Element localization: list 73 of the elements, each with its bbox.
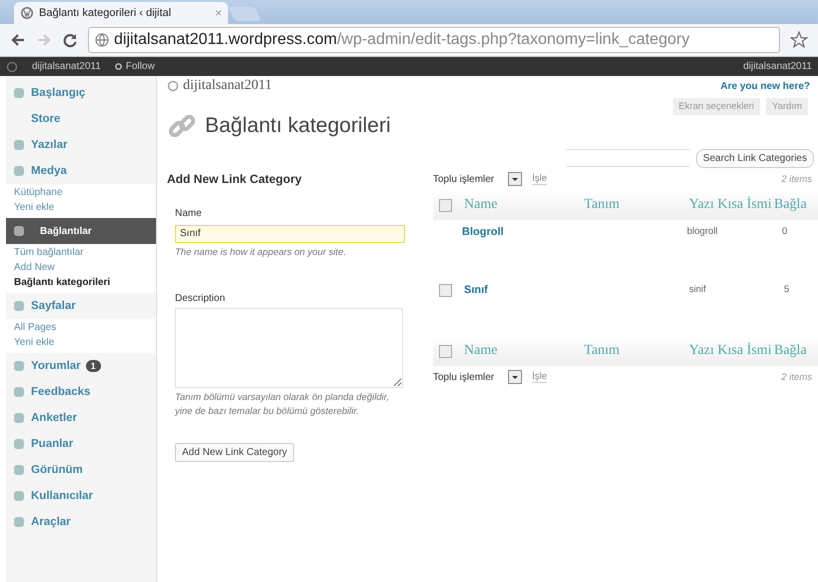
field-label: Description (175, 293, 226, 304)
checkbox[interactable] (439, 198, 452, 212)
bulk-actions-dropdown[interactable]: Toplu işlemler (433, 370, 522, 384)
new-tab-button[interactable] (228, 7, 262, 21)
checkbox[interactable] (439, 284, 452, 297)
column-header[interactable]: Bağla (774, 343, 807, 359)
column-header[interactable]: Bağla (774, 197, 807, 213)
field-hint: The name is how it appears on your site. (175, 246, 348, 260)
checkbox[interactable] (439, 344, 452, 358)
submenu-item[interactable]: Kütüphane (6, 185, 156, 200)
table-cell-text: blogroll (687, 226, 719, 237)
back-icon[interactable] (10, 32, 26, 48)
follow-link[interactable]: Follow (114, 61, 155, 72)
star-icon[interactable] (790, 31, 808, 49)
url-text: dijitalsanat2011.wordpress.com/wp-admin/edit-tags.php?taxonomy=link_category (114, 31, 690, 49)
site-link[interactable]: dijitalsanat2011 (32, 61, 101, 72)
forward-icon[interactable] (36, 32, 52, 48)
browser-tab[interactable]: Bağlantı kategorileri ‹ dijital × (14, 2, 228, 24)
item-count: 2 items (781, 174, 812, 184)
submenu-item[interactable]: Yeni ekle (6, 335, 156, 350)
menu-item[interactable]: Medya (6, 158, 156, 184)
column-header[interactable]: Yazı Kısa İsmi (689, 197, 774, 213)
menu-item[interactable]: Bağlantılar (6, 218, 156, 244)
new-here-link[interactable]: Are you new here? (720, 80, 810, 92)
column-header[interactable]: Tanım (584, 197, 689, 213)
menu-item[interactable]: Araçlar (6, 509, 156, 535)
category-name-link[interactable]: Sınıf (464, 284, 584, 296)
table-cell-text: 0 (781, 226, 788, 237)
menu-item[interactable]: Store (6, 106, 156, 132)
submenu-item[interactable]: Yeni ekle (6, 200, 156, 215)
column-header[interactable]: Yazı Kısa İsmi (689, 343, 774, 359)
submenu-item[interactable]: All Pages (6, 320, 156, 335)
close-tab-button[interactable]: × (214, 6, 222, 20)
address-bar[interactable]: dijitalsanat2011.wordpress.com/wp-admin/edit-tags.php?taxonomy=link_category (88, 27, 780, 53)
menu-item[interactable]: Kullanıcılar (6, 483, 156, 509)
form-title: Add New Link Category (167, 172, 303, 186)
column-header[interactable]: Tanım (584, 343, 689, 359)
bulk-actions-dropdown[interactable]: Toplu işlemler (433, 172, 522, 186)
table-cell-text: 5 (783, 284, 790, 295)
menu-item[interactable]: Sayfalar (6, 293, 156, 319)
tab-title: Bağlantı kategorileri ‹ dijital (39, 7, 172, 19)
menu-item[interactable]: Başlangıç (6, 80, 156, 106)
table-cell-text: sinif (689, 284, 707, 295)
field-hint: Tanım bölümü varsayılan olarak ön planda değildir, yine de bazı temalar bu bölümü gösterebilir. (175, 391, 390, 419)
submenu-item[interactable]: Tüm bağlantılar (6, 245, 156, 260)
page-title: Bağlantı kategorileri (205, 114, 391, 138)
menu-item[interactable]: Anketler (6, 405, 156, 431)
item-count: 2 items (781, 372, 812, 382)
menu-item[interactable]: Puanlar (6, 431, 156, 457)
name-field[interactable]: Sınıf (175, 224, 405, 242)
field-label: Name (175, 208, 203, 219)
count-badge: 1 (86, 360, 101, 372)
apply-button[interactable]: İşle (532, 173, 547, 185)
submenu-item[interactable]: Bağlantı kategorileri (6, 275, 156, 290)
menu-item[interactable]: Yazılar (6, 132, 156, 158)
user-link[interactable]: dijitalsanat2011 (743, 61, 812, 72)
menu-item[interactable]: Görünüm (6, 457, 156, 483)
site-title: dijitalsanat2011 (167, 78, 272, 94)
column-header[interactable]: Name (464, 343, 584, 359)
menu-item[interactable]: Feedbacks (6, 379, 156, 405)
submenu-item[interactable]: Add New (6, 260, 156, 275)
globe-icon (95, 33, 109, 47)
add-category-button[interactable]: Add New Link Category (175, 442, 294, 462)
menu-item[interactable]: Yorumlar 1 (6, 353, 156, 379)
screen-options-tab[interactable]: Ekran seçenekleri (672, 98, 760, 115)
circle-icon (114, 63, 122, 70)
reload-icon[interactable] (62, 32, 78, 48)
description-field[interactable] (175, 308, 403, 388)
search-button[interactable]: Search Link Categories (696, 149, 814, 168)
column-header[interactable]: Name (464, 197, 584, 213)
category-name-link[interactable]: Blogroll (462, 226, 582, 238)
apply-button[interactable]: İşle (532, 371, 547, 383)
help-tab[interactable]: Yardım (766, 98, 808, 115)
